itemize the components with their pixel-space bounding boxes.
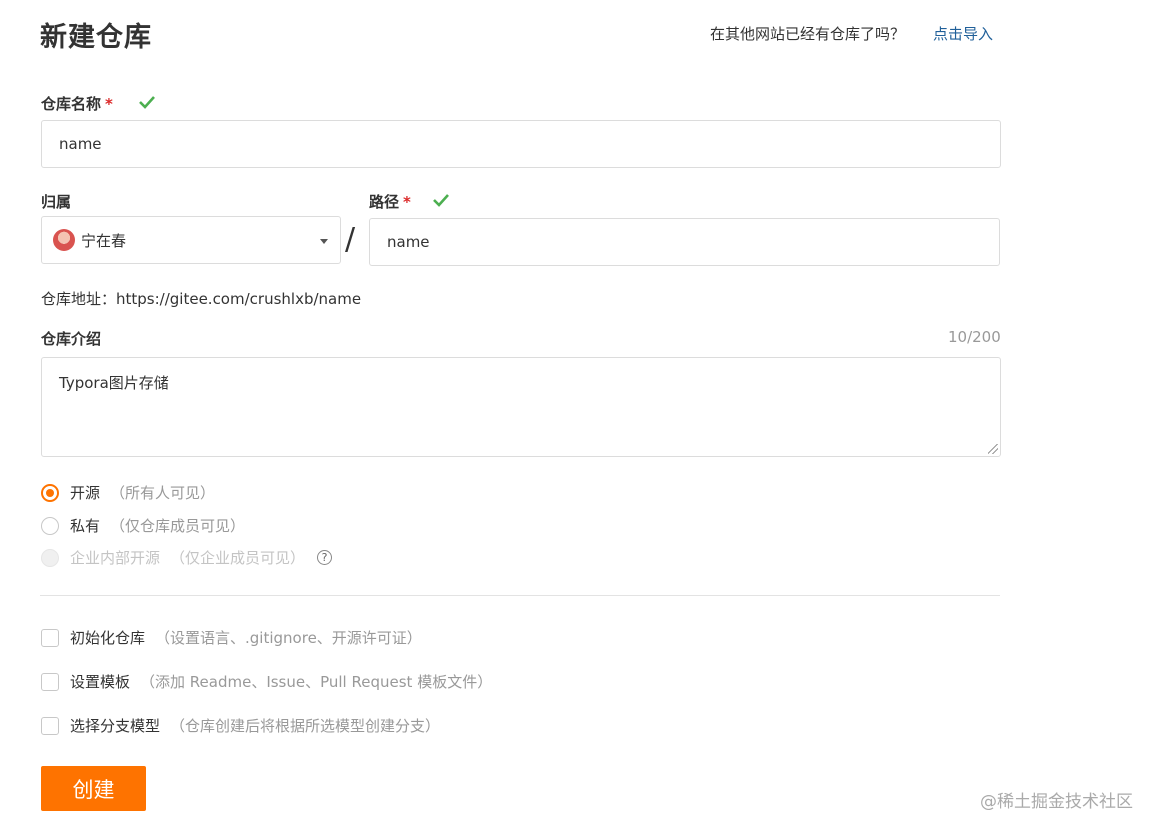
visibility-private[interactable]: 私有 （仅仓库成员可见） <box>41 515 245 536</box>
radio-button[interactable] <box>41 483 59 502</box>
resize-grip-icon[interactable] <box>988 444 998 454</box>
option-label: 企业内部开源 <box>70 549 161 567</box>
option-template[interactable]: 设置模板 （添加 Readme、Issue、Pull Request 模板文件） <box>41 671 492 692</box>
repo-name-value: name <box>59 135 102 153</box>
option-note: （仅仓库成员可见） <box>110 517 246 535</box>
checkbox[interactable] <box>41 716 59 735</box>
radio-button <box>41 548 59 567</box>
check-icon <box>139 96 155 109</box>
repo-name-label: 仓库名称 * <box>41 93 113 114</box>
option-label: 选择分支模型 <box>70 717 161 735</box>
required-mark: * <box>403 193 411 211</box>
option-label: 开源 <box>70 484 101 502</box>
description-label: 仓库介绍 <box>41 330 102 348</box>
option-label: 初始化仓库 <box>70 629 146 647</box>
path-value: name <box>387 233 430 251</box>
owner-label: 归属 <box>41 193 72 211</box>
visibility-public[interactable]: 开源 （所有人可见） <box>41 482 215 503</box>
option-note: （仓库创建后将根据所选模型创建分支） <box>170 717 441 735</box>
option-note: （添加 Readme、Issue、Pull Request 模板文件） <box>140 673 493 691</box>
import-question: 在其他网站已经有仓库了吗？ <box>710 25 906 43</box>
option-label: 私有 <box>70 517 101 535</box>
path-label-text: 路径 <box>369 193 400 211</box>
path-label: 路径 * <box>369 191 411 212</box>
avatar <box>53 229 75 251</box>
required-mark: * <box>105 95 113 113</box>
checkbox[interactable] <box>41 672 59 691</box>
path-input[interactable]: name <box>369 218 1000 266</box>
repo-address: 仓库地址：https://gitee.com/crushlxb/name <box>41 290 362 308</box>
description-textarea[interactable]: Typora图片存储 <box>41 357 1001 457</box>
owner-select[interactable]: 宁在春 <box>41 216 341 264</box>
option-note: （所有人可见） <box>110 484 216 502</box>
help-circle-icon[interactable]: ? <box>317 550 333 565</box>
owner-selected: 宁在春 <box>81 231 127 250</box>
option-init-repo[interactable]: 初始化仓库 （设置语言、.gitignore、开源许可证） <box>41 627 422 648</box>
divider <box>40 595 1000 596</box>
option-label: 设置模板 <box>70 673 131 691</box>
create-button[interactable]: 创建 <box>41 766 146 811</box>
description-counter: 10/200 <box>948 328 1001 346</box>
repo-name-input[interactable]: name <box>41 120 1001 168</box>
visibility-enterprise: 企业内部开源 （仅企业成员可见） ? <box>41 547 333 568</box>
page-title: 新建仓库 <box>40 22 152 53</box>
description-value: Typora图片存储 <box>59 374 169 392</box>
watermark: @稀土掘金技术社区 <box>980 792 1133 812</box>
check-icon <box>433 194 449 207</box>
checkbox[interactable] <box>41 628 59 647</box>
option-note: （仅企业成员可见） <box>170 549 306 567</box>
repo-name-label-text: 仓库名称 <box>41 95 102 113</box>
caret-down-icon <box>320 239 328 244</box>
path-separator: / <box>345 222 356 257</box>
option-note: （设置语言、.gitignore、开源许可证） <box>155 629 422 647</box>
option-branch-model[interactable]: 选择分支模型 （仓库创建后将根据所选模型创建分支） <box>41 715 440 736</box>
radio-button[interactable] <box>41 516 59 535</box>
import-link[interactable]: 点击导入 <box>933 23 993 44</box>
